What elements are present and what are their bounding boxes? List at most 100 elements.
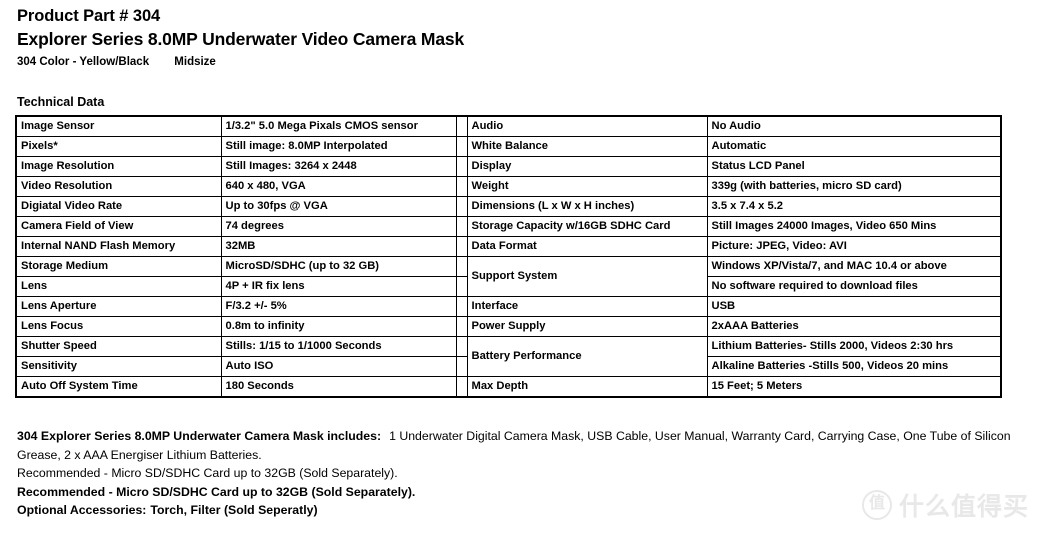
spec-value: Up to 30fps @ VGA bbox=[220, 196, 457, 217]
product-title: Explorer Series 8.0MP Underwater Video C… bbox=[17, 29, 465, 49]
spec-value: Alkaline Batteries -Stills 500, Videos 2… bbox=[706, 356, 1002, 377]
technical-data-table: Image Sensor 1/3.2" 5.0 Mega Pixals CMOS … bbox=[15, 115, 1002, 398]
spec-value: Lithium Batteries- Stills 2000, Videos 2… bbox=[706, 336, 1002, 357]
table-half-separator bbox=[455, 156, 468, 177]
technical-data-table-body: Image Sensor 1/3.2" 5.0 Mega Pixals CMOS … bbox=[15, 115, 1002, 398]
table-row: Lens Focus 0.8m to infinity Power Supply 2x… bbox=[15, 316, 1002, 337]
optional-accessories-line: Optional Accessories: Torch, Filter (Sold… bbox=[17, 501, 1017, 520]
spec-label: Lens Focus bbox=[15, 316, 222, 337]
spec-value: Still image: 8.0MP Interpolated bbox=[220, 136, 457, 157]
spec-label: Power Supply bbox=[466, 316, 708, 337]
spec-value: Automatic bbox=[706, 136, 1002, 157]
spec-value: 339g (with batteries, micro SD card) bbox=[706, 176, 1002, 197]
spec-value: USB bbox=[706, 296, 1002, 317]
spec-label: Digiatal Video Rate bbox=[15, 196, 222, 217]
product-variant-line: 304 Color - Yellow/Black Midsize bbox=[17, 54, 1017, 70]
spec-label: Max Depth bbox=[466, 376, 708, 398]
table-half-separator bbox=[455, 276, 468, 297]
recommended-bold-text: Recommended - Micro SD/SDHC Card up to 3… bbox=[17, 484, 416, 499]
spec-label: Image Resolution bbox=[15, 156, 222, 177]
table-half-separator bbox=[455, 176, 468, 197]
table-row: Pixels* Still image: 8.0MP Interpolated Wh… bbox=[15, 136, 1002, 157]
spec-label: Display bbox=[466, 156, 708, 177]
spec-label: Shutter Speed bbox=[15, 336, 222, 357]
spec-value: 2xAAA Batteries bbox=[706, 316, 1002, 337]
table-row: Image Resolution Still Images: 3264 x 244… bbox=[15, 156, 1002, 177]
spec-value: F/3.2 +/- 5% bbox=[220, 296, 457, 317]
spec-label: Storage Capacity w/16GB SDHC Card bbox=[466, 216, 708, 237]
spec-label: Interface bbox=[466, 296, 708, 317]
table-half-separator bbox=[455, 236, 468, 257]
table-half-separator bbox=[455, 376, 468, 398]
table-row: Digiatal Video Rate Up to 30fps @ VGA Dime… bbox=[15, 196, 1002, 217]
recommended-bold-line: Recommended - Micro SD/SDHC Card up to 3… bbox=[17, 483, 1017, 502]
spec-value: 4P + IR fix lens bbox=[220, 276, 457, 297]
spec-label: Lens bbox=[15, 276, 222, 297]
spec-label: Data Format bbox=[466, 236, 708, 257]
spec-label: Dimensions (L x W x H inches) bbox=[466, 196, 708, 217]
spec-value: 74 degrees bbox=[220, 216, 457, 237]
table-row: Internal NAND Flash Memory 32MB Data Forma… bbox=[15, 236, 1002, 257]
spec-label: Image Sensor bbox=[15, 115, 222, 137]
spec-value: No software required to download files bbox=[706, 276, 1002, 297]
spec-value: Still Images: 3264 x 2448 bbox=[220, 156, 457, 177]
product-part-number: Product Part # 304 bbox=[17, 7, 161, 25]
spec-value: 180 Seconds bbox=[220, 376, 457, 398]
spec-label: Internal NAND Flash Memory bbox=[15, 236, 222, 257]
spec-value: Auto ISO bbox=[220, 356, 457, 377]
spec-value: 15 Feet; 5 Meters bbox=[706, 376, 1002, 398]
spec-label: Lens Aperture bbox=[15, 296, 222, 317]
spec-label: Camera Field of View bbox=[15, 216, 222, 237]
optional-accessories-text: Torch, Filter (Sold Seperatly) bbox=[150, 503, 318, 517]
spec-label: Auto Off System Time bbox=[15, 376, 222, 398]
table-half-separator bbox=[455, 196, 468, 217]
spec-label: Storage Medium bbox=[15, 256, 222, 277]
optional-accessories-label: Optional Accessories: bbox=[17, 503, 147, 517]
spec-value: 640 x 480, VGA bbox=[220, 176, 457, 197]
spec-label: Sensitivity bbox=[15, 356, 222, 377]
spec-value: 0.8m to infinity bbox=[220, 316, 457, 337]
includes-line: 304 Explorer Series 8.0MP Underwater Cam… bbox=[17, 427, 1017, 464]
spec-value: 32MB bbox=[220, 236, 457, 257]
table-half-separator bbox=[455, 296, 468, 317]
table-half-separator bbox=[455, 316, 468, 337]
spec-label: Audio bbox=[466, 115, 708, 137]
table-half-separator bbox=[455, 216, 468, 237]
recommended-regular-line: Recommended - Micro SD/SDHC Card up to 3… bbox=[17, 464, 1017, 483]
spec-label: Pixels* bbox=[15, 136, 222, 157]
spec-label: Support System bbox=[466, 256, 708, 297]
technical-data-table-wrapper: Image Sensor 1/3.2" 5.0 Mega Pixals CMOS … bbox=[15, 115, 1002, 398]
table-row: Image Sensor 1/3.2" 5.0 Mega Pixals CMOS … bbox=[15, 115, 1002, 137]
spec-value: 3.5 x 7.4 x 5.2 bbox=[706, 196, 1002, 217]
table-row: Shutter Speed Stills: 1/15 to 1/1000 Seco… bbox=[15, 336, 1002, 377]
table-half-separator bbox=[455, 115, 468, 137]
table-half-separator bbox=[455, 136, 468, 157]
table-half-separator bbox=[455, 356, 468, 377]
spec-value: Windows XP/Vista/7, and MAC 10.4 or abov… bbox=[706, 256, 1002, 277]
table-row: Lens Aperture F/3.2 +/- 5% Interface USB bbox=[15, 296, 1002, 317]
footer-notes: 304 Explorer Series 8.0MP Underwater Cam… bbox=[17, 427, 1017, 520]
spec-value: Picture: JPEG, Video: AVI bbox=[706, 236, 1002, 257]
product-size: Midsize bbox=[174, 56, 216, 68]
product-color: 304 Color - Yellow/Black bbox=[17, 56, 150, 68]
table-half-separator bbox=[455, 336, 468, 357]
spec-value: 1/3.2" 5.0 Mega Pixals CMOS sensor bbox=[220, 115, 457, 137]
table-row: Auto Off System Time 180 Seconds Max Depth… bbox=[15, 376, 1002, 398]
recommended-regular-text: Recommended - Micro SD/SDHC Card up to 3… bbox=[17, 466, 398, 480]
spec-label: Video Resolution bbox=[15, 176, 222, 197]
document-header: Product Part # 304 Explorer Series 8.0MP… bbox=[17, 6, 1017, 70]
spec-value: Still Images 24000 Images, Video 650 Min… bbox=[706, 216, 1002, 237]
table-row: Video Resolution 640 x 480, VGA Weight 339g… bbox=[15, 176, 1002, 197]
spec-label: Weight bbox=[466, 176, 708, 197]
technical-data-heading: Technical Data bbox=[17, 95, 105, 109]
table-half-separator bbox=[455, 256, 468, 277]
spec-value: Status LCD Panel bbox=[706, 156, 1002, 177]
spec-value: No Audio bbox=[706, 115, 1002, 137]
table-row: Storage Medium MicroSD/SDHC (up to 32 GB)… bbox=[15, 256, 1002, 297]
spec-value: MicroSD/SDHC (up to 32 GB) bbox=[220, 256, 457, 277]
spec-label: White Balance bbox=[466, 136, 708, 157]
table-row: Camera Field of View 74 degrees Storage Ca… bbox=[15, 216, 1002, 237]
spec-value: Stills: 1/15 to 1/1000 Seconds bbox=[220, 336, 457, 357]
includes-label: 304 Explorer Series 8.0MP Underwater Cam… bbox=[17, 429, 382, 443]
spec-label: Battery Performance bbox=[466, 336, 708, 377]
